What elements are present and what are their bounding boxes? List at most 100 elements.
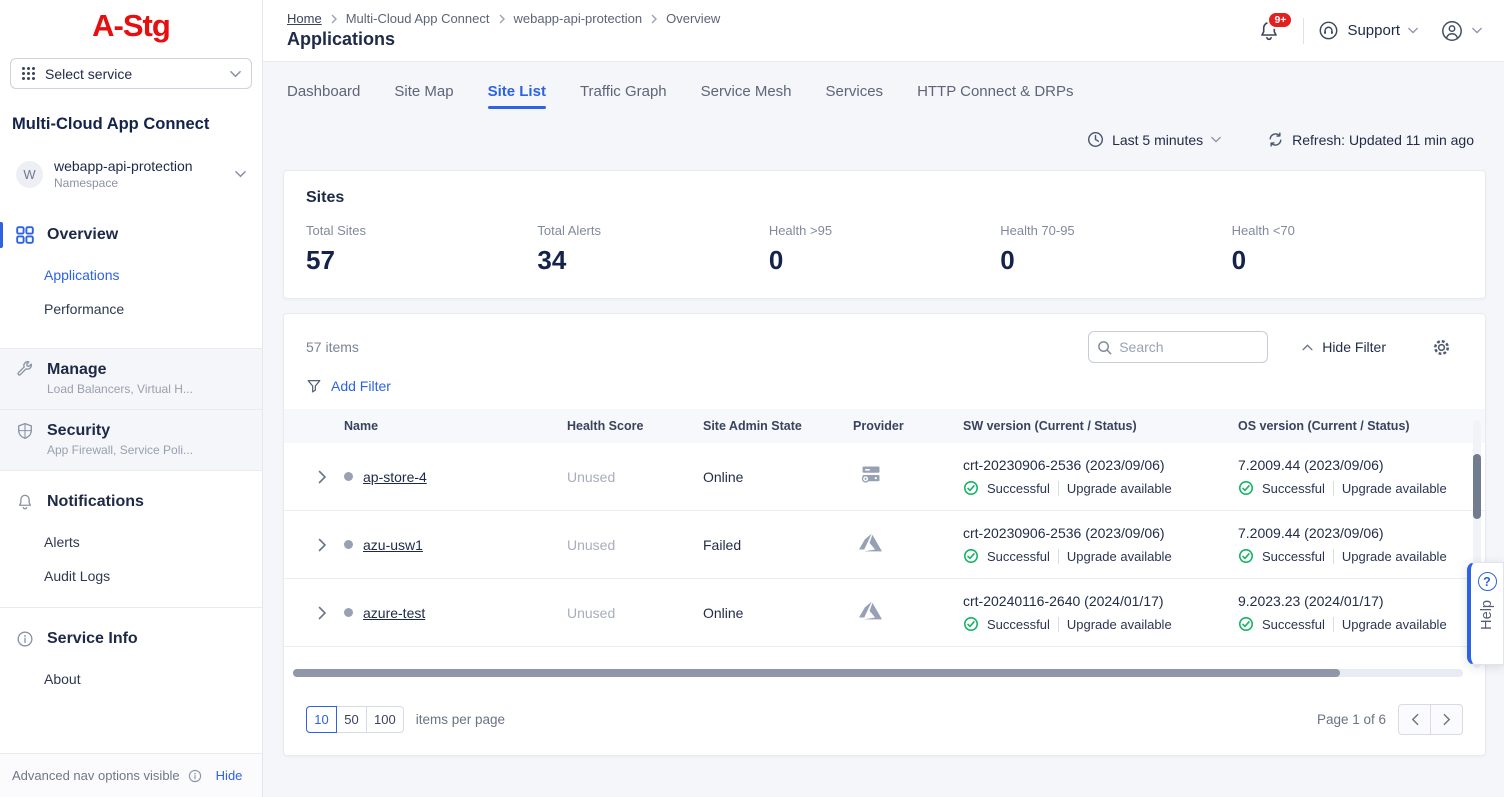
top-header: Home Multi-Cloud App Connect webapp-api-… — [263, 0, 1504, 62]
stat-health-70-95: Health 70-95 0 — [1000, 223, 1231, 276]
time-range-label: Last 5 minutes — [1112, 132, 1203, 148]
namespace-selector[interactable]: W webapp-api-protection Namespace — [10, 154, 252, 194]
search-icon — [1097, 340, 1112, 355]
col-sw-version[interactable]: SW version (Current / Status) — [963, 419, 1238, 433]
sidebar-item-description: App Firewall, Service Poli... — [47, 443, 246, 457]
col-provider[interactable]: Provider — [853, 419, 963, 433]
admin-state-value: Failed — [703, 537, 853, 553]
sidebar-item-security[interactable]: Security App Firewall, Service Poli... — [0, 410, 262, 471]
notifications-bell-button[interactable]: 9+ — [1257, 19, 1281, 43]
page-size-50[interactable]: 50 — [336, 706, 367, 733]
col-site-admin-state[interactable]: Site Admin State — [703, 419, 853, 433]
tab-traffic-graph[interactable]: Traffic Graph — [580, 83, 667, 109]
page-size-10[interactable]: 10 — [306, 706, 337, 733]
add-filter-button[interactable]: Add Filter — [306, 378, 1485, 394]
row-expand-button[interactable] — [284, 606, 344, 620]
row-expand-button[interactable] — [284, 538, 344, 552]
os-version-value: 9.2023.23 (2024/01/17) — [1238, 593, 1485, 609]
chevron-up-icon — [1302, 344, 1313, 351]
table-settings-button[interactable] — [1432, 338, 1451, 357]
notification-count-badge: 9+ — [1267, 11, 1293, 30]
breadcrumb: Home Multi-Cloud App Connect webapp-api-… — [287, 11, 720, 26]
page-size-100[interactable]: 100 — [366, 706, 404, 733]
chevron-right-icon — [651, 14, 657, 24]
wrench-icon — [16, 361, 34, 379]
sw-upgrade-note: Upgrade available — [1067, 549, 1172, 564]
namespace-avatar: W — [16, 161, 43, 188]
sw-status-label: Successful — [987, 617, 1050, 632]
items-per-page-label: items per page — [416, 712, 505, 727]
sidebar-item-alerts[interactable]: Alerts — [0, 525, 262, 559]
horizontal-scrollbar-thumb[interactable] — [293, 669, 1340, 677]
site-name-link[interactable]: ap-store-4 — [363, 469, 427, 485]
select-service-dropdown[interactable]: Select service — [10, 58, 252, 89]
info-icon — [188, 769, 202, 783]
col-os-version[interactable]: OS version (Current / Status) — [1238, 419, 1485, 433]
gear-icon — [1432, 338, 1451, 357]
refresh-status-label: Refresh: Updated 11 min ago — [1292, 132, 1474, 148]
site-list-card: 57 items Hide Filter — [283, 313, 1486, 756]
os-status-label: Successful — [1262, 481, 1325, 496]
hide-nav-link[interactable]: Hide — [216, 768, 243, 783]
product-title: Multi-Cloud App Connect — [12, 115, 250, 134]
prev-page-button[interactable] — [1398, 704, 1431, 735]
page-info: Page 1 of 6 — [1317, 712, 1386, 727]
sw-status-label: Successful — [987, 481, 1050, 496]
horizontal-scrollbar-track[interactable] — [293, 669, 1463, 677]
sidebar-item-manage[interactable]: Manage Load Balancers, Virtual H... — [0, 348, 262, 410]
headset-icon — [1318, 20, 1339, 41]
health-score-value: Unused — [567, 605, 703, 621]
brand-logo[interactable]: A-Stg — [92, 8, 170, 44]
page-title: Applications — [287, 29, 720, 50]
table-row: azure-test Unused Online crt-20240116-26… — [284, 579, 1485, 647]
site-name-link[interactable]: azure-test — [363, 605, 425, 621]
tab-http-connect-drps[interactable]: HTTP Connect & DRPs — [917, 83, 1073, 109]
namespace-name: webapp-api-protection — [54, 158, 224, 174]
search-input[interactable] — [1119, 339, 1259, 355]
next-page-button[interactable] — [1430, 704, 1463, 735]
col-health-score[interactable]: Health Score — [567, 419, 703, 433]
azure-provider-icon — [853, 599, 963, 627]
col-name[interactable]: Name — [344, 419, 567, 433]
shield-icon — [16, 422, 34, 440]
site-name-link[interactable]: azu-usw1 — [363, 537, 423, 553]
sites-card-title: Sites — [306, 189, 1463, 207]
sidebar-item-label: Manage — [47, 361, 107, 379]
os-upgrade-note: Upgrade available — [1342, 549, 1447, 564]
sidebar-item-overview[interactable]: Overview — [0, 220, 262, 250]
time-range-dropdown[interactable]: Last 5 minutes — [1087, 131, 1221, 148]
sidebar-item-description: Load Balancers, Virtual H... — [47, 382, 246, 396]
tab-services[interactable]: Services — [826, 83, 884, 109]
help-tab[interactable]: ? Help — [1467, 562, 1504, 665]
breadcrumb-home-link[interactable]: Home — [287, 11, 322, 26]
tab-dashboard[interactable]: Dashboard — [287, 83, 360, 109]
row-expand-button[interactable] — [284, 470, 344, 484]
sidebar-item-audit-logs[interactable]: Audit Logs — [0, 559, 262, 593]
active-indicator-bar — [0, 222, 3, 248]
bell-icon — [16, 493, 34, 511]
tab-site-list[interactable]: Site List — [488, 83, 546, 109]
refresh-button[interactable]: Refresh: Updated 11 min ago — [1267, 131, 1474, 148]
sidebar-item-service-info[interactable]: Service Info — [0, 624, 262, 654]
success-check-icon — [963, 616, 979, 632]
sidebar-item-applications[interactable]: Applications — [0, 258, 262, 292]
sidebar-item-notifications[interactable]: Notifications — [0, 487, 262, 517]
health-score-value: Unused — [567, 537, 703, 553]
sidebar-item-performance[interactable]: Performance — [0, 292, 262, 326]
support-menu[interactable]: Support — [1318, 20, 1418, 41]
items-count: 57 items — [306, 339, 359, 355]
sidebar-item-about[interactable]: About — [0, 662, 262, 696]
help-question-icon: ? — [1478, 572, 1497, 591]
clock-icon — [1087, 131, 1104, 148]
time-toolbar: Last 5 minutes Refresh: Updated 11 min a… — [263, 131, 1504, 148]
table-row: azu-usw1 Unused Failed crt-20230906-2536… — [284, 511, 1485, 579]
account-menu[interactable] — [1440, 19, 1482, 43]
chevron-down-icon — [1472, 27, 1482, 34]
vertical-scrollbar-thumb[interactable] — [1473, 454, 1481, 519]
hide-filter-toggle[interactable]: Hide Filter — [1302, 339, 1386, 355]
tab-site-map[interactable]: Site Map — [394, 83, 453, 109]
site-status-dot — [344, 540, 353, 549]
tab-service-mesh[interactable]: Service Mesh — [701, 83, 792, 109]
chevron-down-icon — [230, 70, 241, 78]
sw-version-value: crt-20240116-2640 (2024/01/17) — [963, 593, 1238, 609]
